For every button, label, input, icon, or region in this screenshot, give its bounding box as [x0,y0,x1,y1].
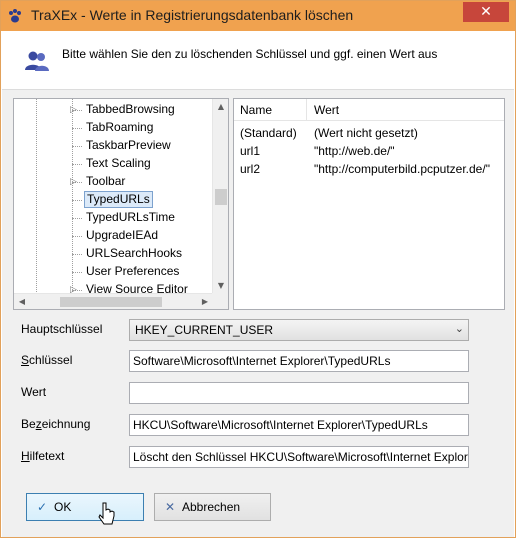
scroll-right-icon[interactable]: ▶ [197,294,213,309]
close-button[interactable]: ✕ [463,2,509,22]
tree-item-label: User Preferences [86,264,180,278]
tree-item-label: TypedURLs [84,191,153,208]
value-data: (Wert nicht gesetzt) [314,126,418,140]
users-icon [25,51,49,71]
column-header-name[interactable]: Name [240,103,272,117]
bezeichnung-field[interactable]: HKCU\Software\Microsoft\Internet Explore… [129,414,469,436]
chevron-down-icon: ⌄ [454,322,464,335]
cancel-button[interactable]: ✕ Abbrechen [154,493,271,521]
mouse-cursor-icon [98,502,115,525]
column-header-value[interactable]: Wert [314,103,339,117]
list-item[interactable]: (Standard) (Wert nicht gesetzt) [234,124,504,142]
tree-item[interactable]: TypedURLsTime [14,209,213,227]
scroll-thumb[interactable] [215,189,227,205]
tree-item-selected[interactable]: TypedURLs [14,191,213,209]
ok-button[interactable]: ✓ OK [26,493,144,521]
schluessel-field[interactable]: Software\Microsoft\Internet Explorer\Typ… [129,350,469,372]
schluessel-value: Software\Microsoft\Internet Explorer\Typ… [133,354,391,368]
list-item[interactable]: url1 "http://web.de/" [234,142,504,160]
dialog-header: Bitte wählen Sie den zu löschenden Schlü… [2,31,514,89]
tree-item-label: TypedURLsTime [86,210,175,224]
schluessel-label: Schlüssel [21,353,73,367]
value-name: url1 [240,144,261,158]
value-data: "http://computerbild.pcputzer.de/" [314,162,490,176]
tree-item-label: TabbedBrowsing [86,102,175,116]
tree-item[interactable]: UpgradeIEAd [14,227,213,245]
x-icon: ✕ [165,500,176,514]
tree-horizontal-scrollbar[interactable]: ◀ ▶ [14,293,213,309]
values-list[interactable]: Name Wert (Standard) (Wert nicht gesetzt… [233,98,505,310]
tree-vertical-scrollbar[interactable]: ▲ ▼ [212,99,228,294]
tree-item[interactable]: URLSearchHooks [14,245,213,263]
tree-item[interactable]: ▷ TabbedBrowsing [14,101,213,119]
hilfetext-value: Löscht den Schlüssel HKCU\Software\Micro… [133,450,468,464]
window-title: TraXEx - Werte in Registrierungsdatenban… [31,7,354,23]
paw-icon [9,9,21,23]
list-header: Name Wert [234,99,504,121]
hauptschluessel-label: Hauptschlüssel [21,322,103,336]
title-bar[interactable]: TraXEx - Werte in Registrierungsdatenban… [1,1,515,31]
tree-list: ▷ TabbedBrowsing TabRoaming TaskbarPrevi… [14,99,213,294]
value-name: (Standard) [240,126,297,140]
value-data: "http://web.de/" [314,144,395,158]
tree-item[interactable]: TabRoaming [14,119,213,137]
bezeichnung-value: HKCU\Software\Microsoft\Internet Explore… [133,418,428,432]
tree-item[interactable]: Text Scaling [14,155,213,173]
tree-item[interactable]: User Preferences [14,263,213,281]
value-name: url2 [240,162,261,176]
scroll-down-icon[interactable]: ▼ [213,278,228,294]
scroll-up-icon[interactable]: ▲ [213,99,228,115]
tree-item-label: UpgradeIEAd [86,228,159,242]
close-icon: ✕ [480,4,492,20]
tree-item-label: Toolbar [86,174,126,188]
tree-item-label: Text Scaling [86,156,151,170]
tree-item[interactable]: TaskbarPreview [14,137,213,155]
tree-item-label: TaskbarPreview [86,138,171,152]
check-icon: ✓ [37,500,48,514]
expand-arrow-icon[interactable]: ▷ [70,104,80,116]
hauptschluessel-select[interactable]: HKEY_CURRENT_USER ⌄ [129,319,469,341]
header-instruction: Bitte wählen Sie den zu löschenden Schlü… [62,47,438,61]
bezeichnung-label: Bezeichnung [21,417,91,431]
column-divider[interactable] [306,99,307,121]
ok-button-label: OK [54,500,72,514]
list-item[interactable]: url2 "http://computerbild.pcputzer.de/" [234,160,504,178]
scroll-thumb[interactable] [60,297,162,307]
scrollbar-corner [212,293,228,309]
registry-key-tree[interactable]: ▷ TabbedBrowsing TabRoaming TaskbarPrevi… [13,98,229,310]
tree-item[interactable]: ▷ Toolbar [14,173,213,191]
cancel-button-label: Abbrechen [182,500,241,514]
dialog-body: ▷ TabbedBrowsing TabRoaming TaskbarPrevi… [2,89,514,537]
wert-label: Wert [21,385,47,399]
scroll-left-icon[interactable]: ◀ [14,294,30,309]
tree-item-label: URLSearchHooks [86,246,183,260]
hilfetext-field[interactable]: Löscht den Schlüssel HKCU\Software\Micro… [129,446,469,468]
hilfetext-label: Hilfetext [21,449,65,463]
dialog-window: TraXEx - Werte in Registrierungsdatenban… [0,0,516,538]
expand-arrow-icon[interactable]: ▷ [70,176,80,188]
hauptschluessel-value: HKEY_CURRENT_USER [135,323,274,337]
wert-field[interactable] [129,382,469,404]
tree-item-label: TabRoaming [86,120,154,134]
